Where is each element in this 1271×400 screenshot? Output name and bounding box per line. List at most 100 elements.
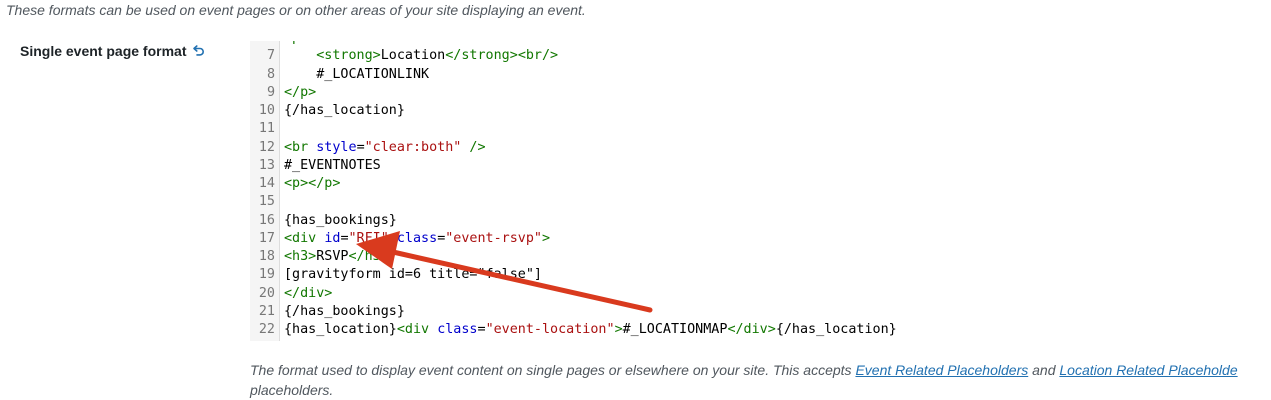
code-token: Location — [380, 48, 446, 64]
event-placeholders-link[interactable]: Event Related Placeholders — [855, 362, 1028, 378]
help-middle: and — [1028, 362, 1060, 378]
code-token: = — [356, 139, 365, 155]
code-token: <div — [396, 322, 438, 337]
code-token: class — [396, 230, 438, 246]
code-content: <p></p> — [275, 175, 340, 193]
field-label: Single event page format — [20, 43, 205, 59]
code-content: {has_location}<div class="event-location… — [275, 321, 897, 339]
line-number: 9 — [266, 84, 275, 100]
code-content: </p> — [275, 84, 316, 102]
code-editor[interactable]: 6<p>7 <strong>Location</strong><br/>8 #_… — [250, 41, 1271, 341]
line-number: 21 — [258, 303, 275, 319]
code-line[interactable]: 21 {/has_bookings} — [250, 303, 1271, 321]
help-prefix: The format used to display event content… — [250, 362, 856, 378]
code-content — [275, 193, 284, 211]
code-token: {/has_location} — [775, 322, 897, 337]
code-content: {/has_bookings} — [275, 303, 405, 321]
code-content: {has_bookings} — [275, 212, 397, 230]
code-token: RSVP — [316, 249, 349, 264]
code-token: #_LOCATIONMAP — [622, 322, 728, 337]
code-token: style — [316, 139, 357, 155]
code-line[interactable]: 10 {/has_location} — [250, 102, 1271, 120]
location-placeholders-link[interactable]: Location Related Placeholde — [1059, 362, 1237, 378]
code-line[interactable]: 19 [gravityform id=6 title="false"] — [250, 266, 1271, 284]
code-token: class — [437, 322, 478, 337]
code-line[interactable]: 12 <br style="clear:both" /> — [250, 139, 1271, 157]
code-content: #_LOCATIONLINK — [275, 66, 429, 84]
code-line[interactable]: 7 <strong>Location</strong><br/> — [250, 47, 1271, 65]
code-content: </div> — [275, 285, 332, 303]
code-content: <div id="RFI" class="event-rsvp"> — [275, 230, 550, 248]
code-content: #_EVENTNOTES — [275, 157, 381, 175]
line-number: 22 — [258, 322, 275, 337]
code-token: </p> — [284, 84, 317, 100]
code-token: > — [614, 322, 623, 337]
code-lines[interactable]: 6<p>7 <strong>Location</strong><br/>8 #_… — [250, 41, 1271, 339]
code-content: <strong>Location</strong><br/> — [275, 47, 558, 65]
code-token: </h3> — [348, 249, 389, 264]
line-number: 7 — [266, 48, 275, 64]
code-token: > — [542, 230, 551, 246]
code-token: <br/> — [517, 48, 559, 64]
code-line[interactable]: 9 </p> — [250, 84, 1271, 102]
code-line[interactable]: 17 <div id="RFI" class="event-rsvp"> — [250, 230, 1271, 248]
code-token: /> — [461, 139, 486, 155]
code-line[interactable]: 13 #_EVENTNOTES — [250, 157, 1271, 175]
code-line[interactable]: 16 {has_bookings} — [250, 212, 1271, 230]
code-token: <p></p> — [284, 176, 341, 191]
code-token: "event-location" — [485, 322, 615, 337]
line-number: 10 — [258, 103, 275, 118]
code-token: {/has_location} — [284, 103, 405, 118]
code-content: <br style="clear:both" /> — [275, 139, 486, 157]
code-line[interactable]: 15 — [250, 193, 1271, 211]
help-text: The format used to display event content… — [250, 360, 1271, 400]
line-number: 15 — [258, 194, 275, 210]
help-line2: placeholders. — [250, 382, 334, 398]
code-token: id — [324, 230, 341, 246]
code-token: </strong> — [445, 48, 518, 64]
code-line[interactable]: 8 #_LOCATIONLINK — [250, 66, 1271, 84]
code-token: <strong> — [316, 48, 381, 64]
code-line[interactable]: 14 <p></p> — [250, 175, 1271, 193]
code-token: #_EVENTNOTES — [284, 157, 381, 173]
line-number: 11 — [258, 121, 275, 137]
code-token: <p> — [284, 41, 308, 45]
code-content: [gravityform id=6 title="false"] — [275, 266, 542, 284]
code-token: <div — [284, 230, 325, 246]
code-token: = — [340, 230, 349, 246]
code-token: [gravityform id=6 title="false"] — [284, 267, 542, 283]
line-number: 19 — [258, 267, 275, 283]
intro-text: These formats can be used on event pages… — [6, 2, 586, 18]
line-number: 20 — [258, 285, 275, 301]
code-token: = — [477, 322, 486, 337]
line-number: 13 — [258, 157, 275, 173]
code-token: "clear:both" — [364, 139, 462, 155]
code-line[interactable]: 20 </div> — [250, 285, 1271, 303]
code-line[interactable]: 22 {has_location}<div class="event-locati… — [250, 321, 1271, 339]
code-token: "RFI" — [348, 230, 389, 246]
code-token: {has_bookings} — [284, 212, 397, 228]
field-label-text: Single event page format — [20, 43, 187, 59]
code-token: {/has_bookings} — [284, 303, 405, 319]
code-content: {/has_location} — [275, 102, 405, 120]
line-number: 12 — [258, 139, 275, 155]
undo-icon[interactable] — [191, 44, 205, 58]
code-token: "event-rsvp" — [445, 230, 542, 246]
code-content: <h3>RSVP</h3> — [275, 248, 389, 266]
code-token: #_LOCATIONLINK — [284, 66, 430, 82]
code-token: </div> — [727, 322, 776, 337]
code-token: </div> — [284, 285, 333, 301]
line-number: 17 — [258, 230, 275, 246]
code-line[interactable]: 11 — [250, 120, 1271, 138]
code-token: <br — [284, 139, 317, 155]
line-number: 16 — [258, 212, 275, 228]
line-number: 8 — [266, 66, 275, 82]
code-token: {has_location} — [284, 322, 397, 337]
code-token: <h3> — [284, 249, 317, 264]
code-line[interactable]: 18 <h3>RSVP</h3> — [250, 248, 1271, 266]
line-number: 14 — [258, 176, 275, 191]
line-number: 18 — [258, 249, 275, 264]
code-content — [275, 120, 284, 138]
